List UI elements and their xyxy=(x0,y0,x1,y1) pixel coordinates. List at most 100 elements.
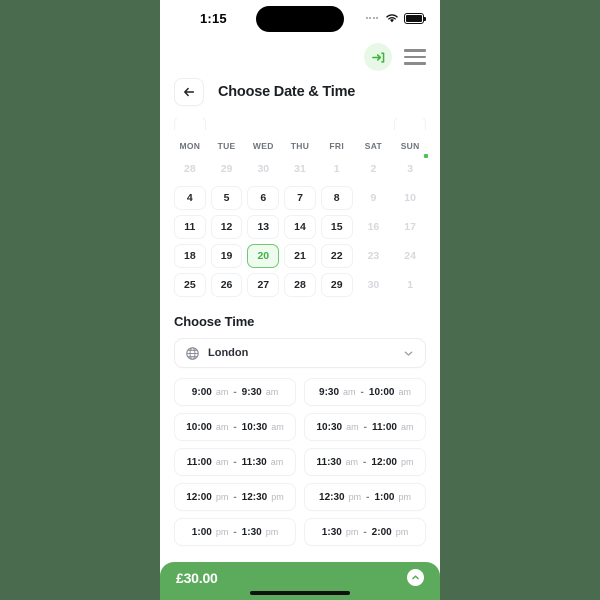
calendar-day-29[interactable]: 29 xyxy=(320,273,353,297)
calendar-day-label: 27 xyxy=(257,279,270,291)
calendar-day-7[interactable]: 7 xyxy=(284,186,316,210)
calendar-grid[interactable]: 28 29 30 31 1 2 3 4 5 6 7 8 9 10 11 12 13 14 15 16 17 18 19 20 2… xyxy=(174,154,428,297)
calendar-day-30: 30 xyxy=(247,157,279,181)
calendar-cell-partial xyxy=(247,118,280,130)
slot-end-time: 12:00 xyxy=(371,456,397,468)
back-button[interactable] xyxy=(174,78,204,106)
calendar-day-15[interactable]: 15 xyxy=(320,215,353,239)
calendar-day-13[interactable]: 13 xyxy=(247,215,280,239)
slot-end-meridiem: am xyxy=(271,422,284,432)
time-slot[interactable]: 1:30 pm -2:00 pm xyxy=(304,518,426,546)
calendar-day-16: 16 xyxy=(358,215,390,239)
slot-start-meridiem: am xyxy=(215,457,229,467)
slot-separator: - xyxy=(233,386,237,398)
calendar-day-label: 26 xyxy=(220,279,233,291)
calendar-day-26[interactable]: 26 xyxy=(210,273,243,297)
calendar-day-5[interactable]: 5 xyxy=(210,186,243,210)
calendar-day-9: 9 xyxy=(358,186,390,210)
calendar-day-label: 30 xyxy=(257,163,270,175)
time-slot[interactable]: 11:30 am -12:00 pm xyxy=(304,448,426,476)
time-slot[interactable]: 1:00 pm -1:30 pm xyxy=(174,518,296,546)
slot-start-time: 1:00 xyxy=(191,526,212,538)
slot-start-time: 11:30 xyxy=(316,456,342,468)
hamburger-menu-icon[interactable] xyxy=(404,49,426,65)
slot-start-meridiem: pm xyxy=(215,492,229,502)
slot-end-meridiem: pm xyxy=(395,527,409,537)
slot-end-meridiem: pm xyxy=(398,492,411,502)
calendar-day-18[interactable]: 18 xyxy=(174,244,206,268)
calendar-day-21[interactable]: 21 xyxy=(284,244,316,268)
calendar-day-label: 1 xyxy=(333,163,340,175)
slot-end-meridiem: am xyxy=(400,422,414,432)
timezone-value: London xyxy=(208,347,249,359)
calendar-day-label: 15 xyxy=(330,221,343,233)
slot-end-time: 2:00 xyxy=(371,526,392,538)
slot-separator: - xyxy=(233,526,237,538)
app-header xyxy=(160,36,440,78)
slot-start-meridiem: am xyxy=(346,422,359,432)
calendar-day-label: 21 xyxy=(294,250,306,262)
time-slot[interactable]: 9:00 am -9:30 am xyxy=(174,378,296,406)
arrow-left-icon xyxy=(184,87,195,97)
slot-separator: - xyxy=(233,491,237,503)
slot-start-meridiem: am xyxy=(215,422,229,432)
calendar-day-17: 17 xyxy=(394,215,426,239)
time-slot[interactable]: 10:30 am -11:00 am xyxy=(304,413,426,441)
calendar-day-label: 14 xyxy=(294,221,306,233)
calendar-day-label: 31 xyxy=(294,163,306,175)
calendar-day-27[interactable]: 27 xyxy=(247,273,280,297)
calendar-day-label: 16 xyxy=(367,221,380,233)
timezone-select[interactable]: London xyxy=(174,338,426,368)
calendar-day-19[interactable]: 19 xyxy=(210,244,243,268)
calendar-day-label: 17 xyxy=(404,221,416,233)
time-slot[interactable]: 10:00 am -10:30 am xyxy=(174,413,296,441)
time-slot[interactable]: 11:00 am -11:30 am xyxy=(174,448,296,476)
login-button[interactable] xyxy=(364,43,392,71)
calendar-cell-partial xyxy=(210,118,243,130)
calendar-day-3: 3 xyxy=(394,154,428,181)
calendar-day-2: 2 xyxy=(358,157,390,181)
calendar-day-14[interactable]: 14 xyxy=(284,215,316,239)
slot-separator: - xyxy=(360,386,364,398)
calendar-day-4[interactable]: 4 xyxy=(174,186,206,210)
calendar-day-label: 5 xyxy=(223,192,230,204)
time-slot[interactable]: 12:30 pm -1:00 pm xyxy=(304,483,426,511)
calendar-day-label: 2 xyxy=(370,163,377,175)
calendar-day-8[interactable]: 8 xyxy=(320,186,353,210)
calendar-day-20[interactable]: 20 xyxy=(247,244,280,268)
expand-summary-button[interactable] xyxy=(407,569,424,586)
calendar-day-23: 23 xyxy=(358,244,390,268)
calendar-day-label: 22 xyxy=(330,250,343,262)
calendar-day-6[interactable]: 6 xyxy=(247,186,280,210)
bottom-price-bar[interactable]: £30.00 xyxy=(160,562,440,600)
calendar-day-label: 13 xyxy=(257,221,270,233)
calendar-day-29: 29 xyxy=(211,157,243,181)
slot-start-time: 9:30 xyxy=(319,386,340,398)
time-slot[interactable]: 9:30 am -10:00 am xyxy=(304,378,426,406)
slot-end-meridiem: am xyxy=(265,387,279,397)
calendar-day-25[interactable]: 25 xyxy=(174,273,206,297)
weekday-label-sun: SUN xyxy=(400,141,420,151)
calendar-day-label: 11 xyxy=(184,221,196,233)
calendar-day-1: 1 xyxy=(394,273,426,297)
calendar-day-22[interactable]: 22 xyxy=(320,244,353,268)
calendar-day-12[interactable]: 12 xyxy=(210,215,243,239)
time-slot-grid[interactable]: 9:00 am -9:30 am 9:30 am -10:00 am 10:00 am -10:30… xyxy=(174,378,426,546)
status-bar: 1:15 xyxy=(160,0,440,36)
calendar-day-10: 10 xyxy=(394,186,426,210)
slot-end-meridiem: pm xyxy=(400,457,414,467)
battery-icon xyxy=(404,12,426,24)
slot-start-meridiem: pm xyxy=(215,527,229,537)
weekday-label-sat: SAT xyxy=(364,141,383,151)
calendar-day-label: 30 xyxy=(367,279,380,291)
calendar-day-28[interactable]: 28 xyxy=(284,273,316,297)
calendar-day-label: 10 xyxy=(404,192,416,204)
time-slot[interactable]: 12:00 pm -12:30 pm xyxy=(174,483,296,511)
slot-start-meridiem: am xyxy=(345,457,359,467)
calendar-day-label: 4 xyxy=(186,192,193,204)
calendar-day-1: 1 xyxy=(321,157,353,181)
calendar-day-11[interactable]: 11 xyxy=(174,215,206,239)
content-scroll-area[interactable]: MON TUE WED THU FRI SAT SUN 28 29 30 31 1 2 3 4 5 6 7 8 9 1… xyxy=(160,118,440,552)
slot-start-time: 12:30 xyxy=(319,491,345,503)
chevron-up-icon xyxy=(412,575,419,580)
